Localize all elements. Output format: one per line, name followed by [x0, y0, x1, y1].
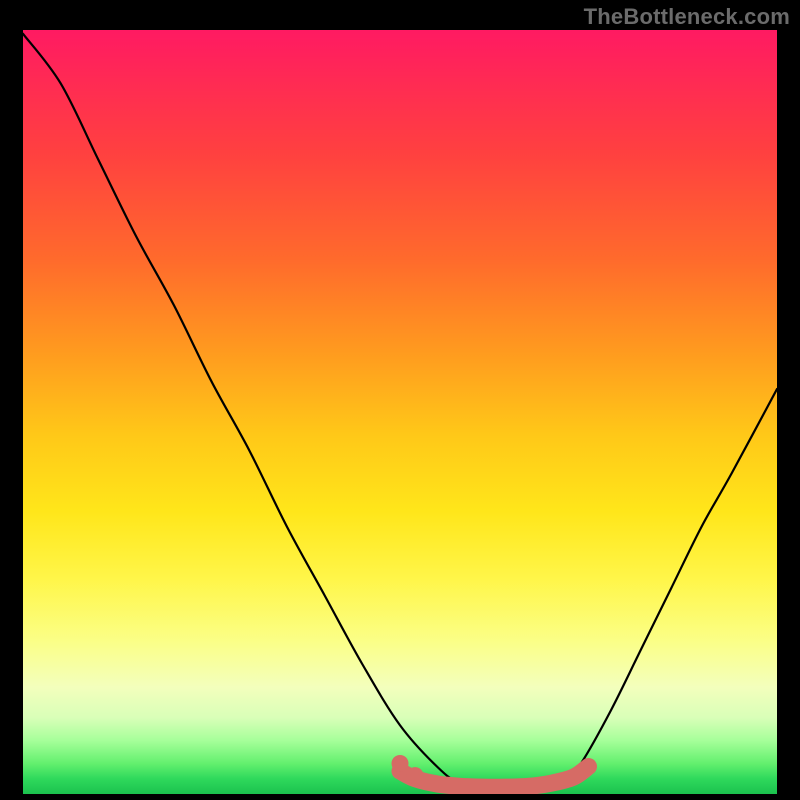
flat-band-highlight — [400, 766, 589, 787]
watermark-text: TheBottleneck.com — [584, 4, 790, 30]
curve-overlay-svg — [23, 30, 777, 794]
marker-dot — [392, 755, 409, 772]
chart-frame: TheBottleneck.com — [0, 0, 800, 800]
plot-area — [23, 30, 777, 794]
bottleneck-curve — [23, 34, 777, 788]
marker-dot — [407, 767, 424, 784]
